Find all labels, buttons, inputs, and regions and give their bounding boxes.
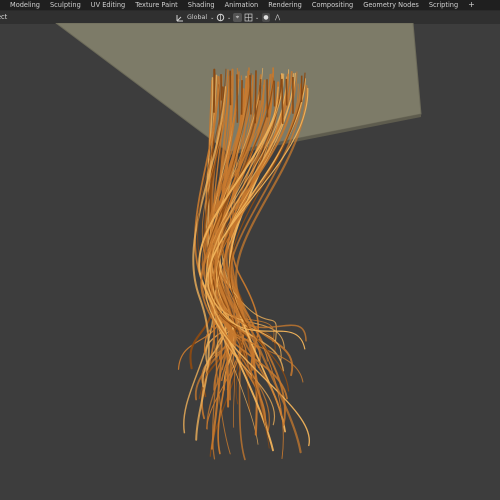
hair-root	[213, 72, 216, 113]
hair-root	[285, 78, 288, 106]
proportional-falloff-dropdown[interactable]: ⋀	[275, 13, 280, 22]
hair-root	[281, 78, 284, 124]
workspace-tab-bar: Modeling Sculpting UV Editing Texture Pa…	[0, 0, 500, 10]
transform-orientation-dropdown[interactable]: Global ⌄	[176, 13, 214, 22]
3d-viewport[interactable]	[0, 23, 500, 500]
chevron-down-icon: ⌄	[210, 14, 215, 21]
tab-scripting[interactable]: Scripting	[424, 0, 463, 10]
orientation-label: Global	[187, 14, 208, 21]
pivot-point-dropdown[interactable]: ⌄	[216, 13, 231, 22]
proportional-editing-toggle[interactable]: ●	[262, 13, 270, 22]
grid-snap-icon	[244, 13, 253, 22]
blender-window: Modeling Sculpting UV Editing Texture Pa…	[0, 0, 500, 500]
tab-rendering[interactable]: Rendering	[263, 0, 307, 10]
orientation-icon	[176, 14, 183, 21]
hair-root	[266, 79, 269, 118]
chevron-down-icon: ⌄	[255, 14, 260, 21]
hair-root	[236, 74, 239, 123]
tab-uv-editing[interactable]: UV Editing	[86, 0, 130, 10]
snap-icon: ⌖	[233, 13, 242, 22]
proportional-editing-icon: ●	[262, 13, 270, 22]
tab-modeling[interactable]: Modeling	[0, 0, 45, 10]
hair-root	[249, 75, 252, 115]
add-workspace-button[interactable]: +	[463, 0, 480, 10]
snap-target-dropdown[interactable]: ⌄	[244, 13, 259, 22]
falloff-curve-icon: ⋀	[275, 14, 281, 21]
tab-animation[interactable]: Animation	[220, 0, 264, 10]
hair-root	[259, 79, 262, 101]
hair-root	[240, 80, 243, 115]
tab-shading[interactable]: Shading	[183, 0, 220, 10]
tab-compositing[interactable]: Compositing	[307, 0, 358, 10]
pivot-icon	[216, 13, 225, 22]
snap-toggle[interactable]: ⌖	[233, 13, 242, 22]
viewport-header: ect Global ⌄ ⌄ ⌖	[0, 10, 500, 24]
tab-sculpting[interactable]: Sculpting	[45, 0, 86, 10]
chevron-down-icon: ⌄	[227, 14, 232, 21]
tab-texture-paint[interactable]: Texture Paint	[130, 0, 183, 10]
hair-root	[254, 70, 257, 124]
tab-geometry-nodes[interactable]: Geometry Nodes	[358, 0, 424, 10]
